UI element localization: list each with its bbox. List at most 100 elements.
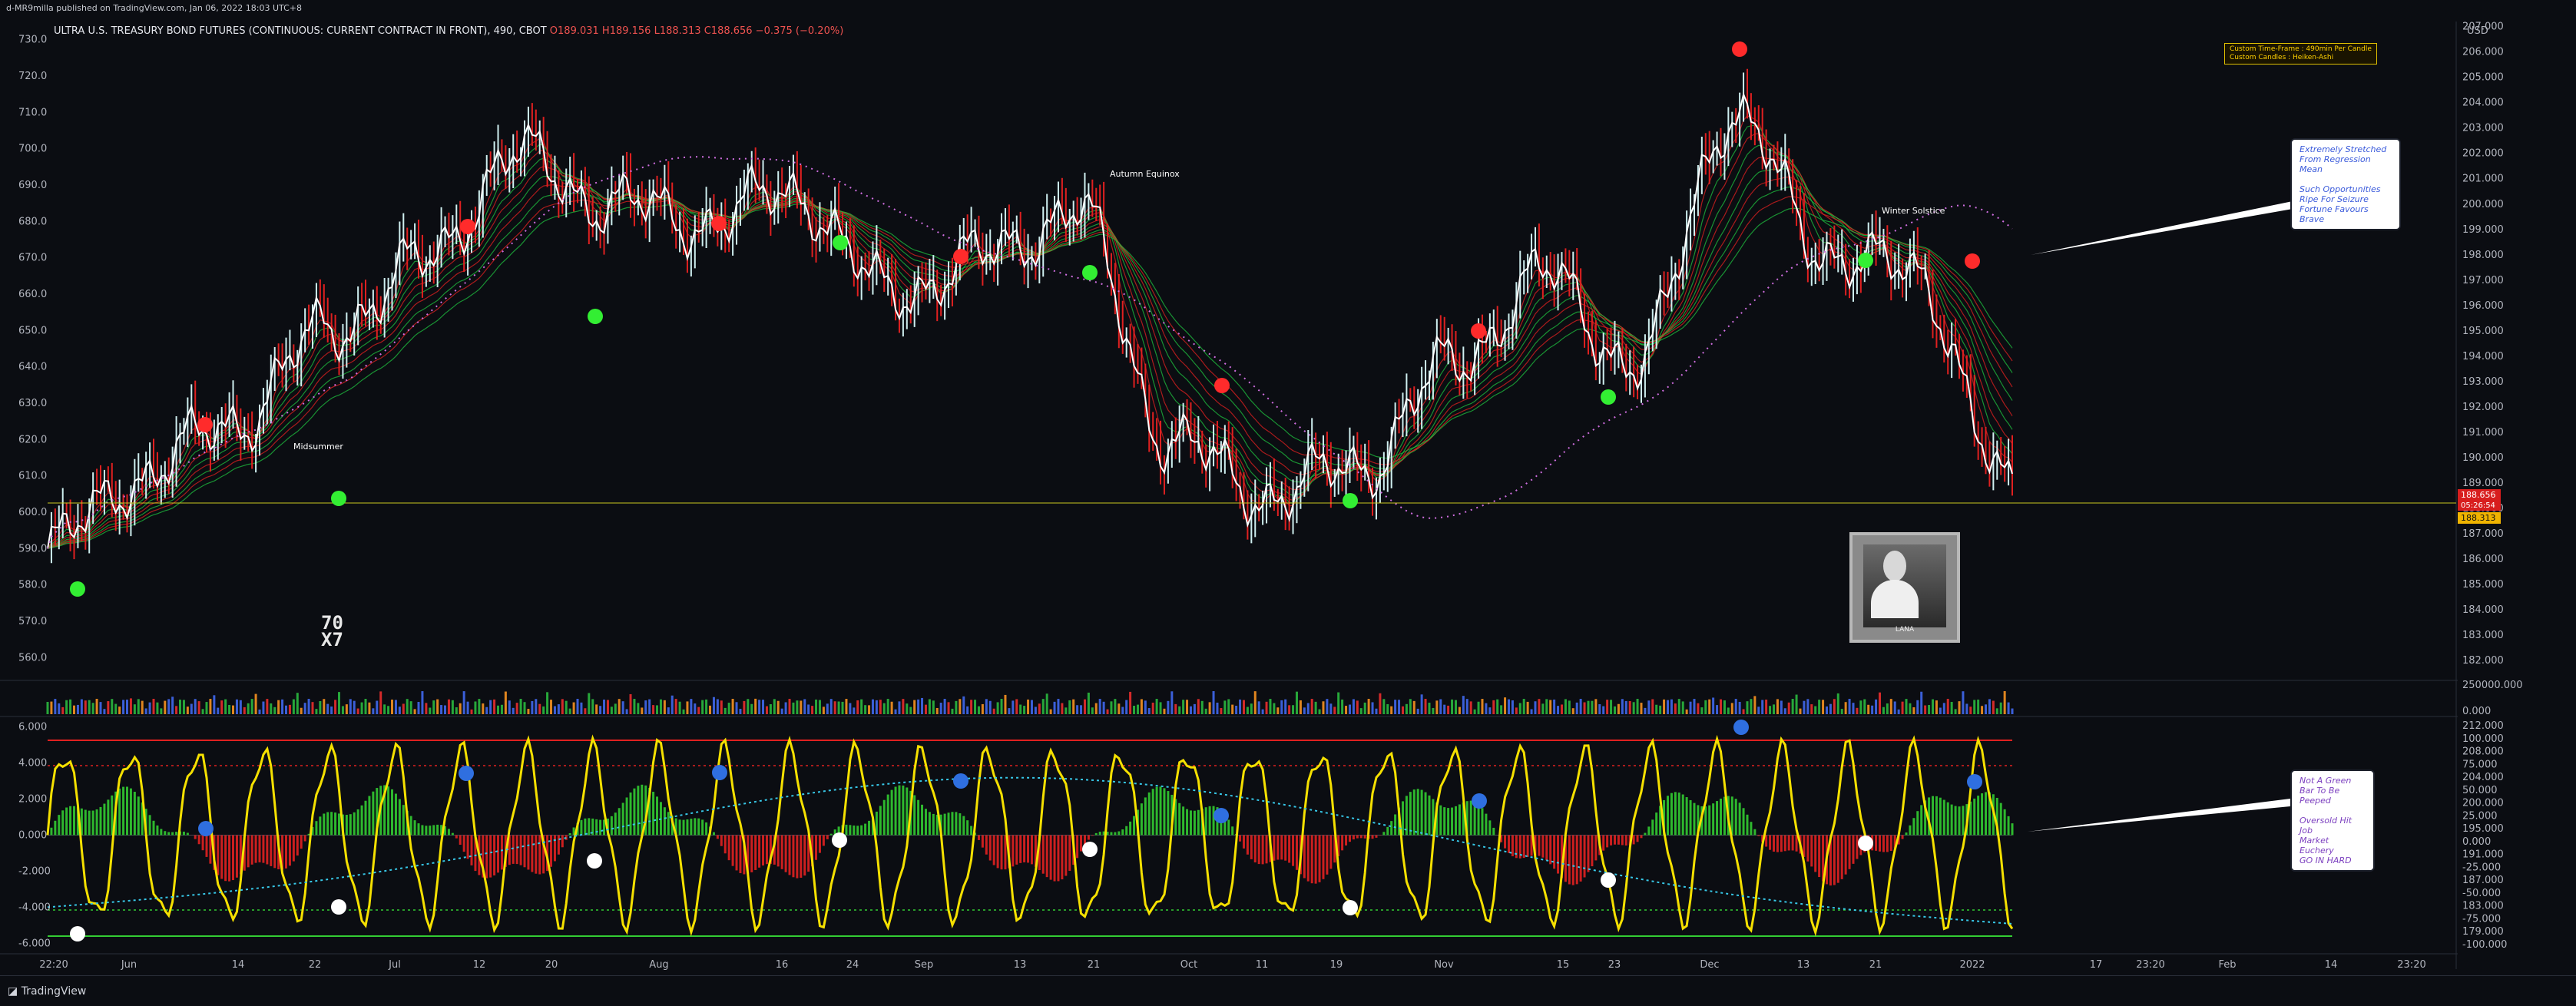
volume-bar [823, 707, 825, 714]
note-line: Fortune Favours [2300, 204, 2392, 214]
volume-bar [277, 700, 280, 714]
volume-bar [2004, 691, 2006, 714]
volume-bar [717, 699, 719, 714]
histogram-bar [1390, 821, 1392, 835]
volume-bar [1485, 703, 1487, 714]
volume-bar [944, 699, 946, 714]
osc-axis-tick: 2.000 [18, 794, 47, 806]
volume-bar [796, 700, 798, 714]
volume-bar [1280, 700, 1283, 714]
volume-bar [1920, 692, 1922, 714]
histogram-bar [137, 796, 140, 835]
symbol-title[interactable]: ULTRA U.S. TREASURY BOND FUTURES (CONTIN… [54, 25, 843, 37]
histogram-bar [622, 802, 624, 835]
histogram-bar [1780, 836, 1783, 852]
volume-bar [1708, 700, 1710, 714]
osc-right-axis-tick: 179.000 [2462, 926, 2504, 938]
histogram-bar [1280, 836, 1283, 860]
histogram-bar [925, 809, 927, 835]
volume-bar [118, 707, 121, 714]
ohlc-values: O189.031 H189.156 L188.313 C188.656 −0.3… [550, 25, 843, 37]
symbol-name: ULTRA U.S. TREASURY BOND FUTURES (CONTIN… [54, 25, 547, 37]
volume-bar [149, 703, 151, 714]
volume-bar [334, 700, 336, 714]
volume-bar [1072, 700, 1074, 714]
volume-bar [694, 703, 696, 714]
volume-bar [842, 702, 844, 714]
volume-bar [1300, 700, 1302, 714]
volume-bar [1947, 699, 1949, 714]
histogram-bar [664, 807, 666, 835]
volume-bar [1818, 700, 1820, 714]
volume-bar [224, 700, 227, 714]
volume-bar [1129, 692, 1131, 714]
volume-bar [1462, 696, 1465, 714]
volume-bar [372, 708, 374, 714]
volume-bar [1580, 699, 1582, 714]
histogram-bar [1042, 836, 1045, 874]
price-axis-tick: 590.0 [18, 543, 47, 554]
volume-bar [720, 700, 723, 714]
volume-bar [1443, 705, 1445, 714]
histogram-bar [338, 813, 340, 835]
volume-bar [1955, 709, 1957, 714]
histogram-bar [728, 836, 730, 861]
volume-bar [1368, 699, 1370, 714]
volume-bar [1398, 700, 1400, 714]
histogram-bar [432, 825, 435, 835]
volume-bar [1326, 699, 1328, 714]
histogram-bar [1818, 836, 1820, 878]
volume-bar [978, 707, 980, 714]
histogram-bar [948, 812, 950, 835]
low-price-tag: 188.313 [2458, 512, 2501, 524]
histogram-bar [1023, 836, 1025, 862]
volume-bar [1863, 700, 1866, 714]
histogram-bar [1329, 836, 1332, 869]
chart-canvas[interactable]: MidsummerAutumn EquinoxWinter Solstice 7… [0, 0, 2576, 1005]
histogram-bar [1852, 836, 1854, 864]
histogram-bar [501, 836, 503, 870]
volume-bar [1606, 700, 1608, 714]
histogram-bar [758, 836, 760, 868]
volume-bar [1890, 699, 1892, 714]
price-axis-tick: 610.0 [18, 471, 47, 482]
volume-bar [614, 703, 617, 714]
volume-bar [190, 704, 193, 714]
volume-bar [1012, 700, 1014, 714]
volume-bar [58, 703, 60, 714]
volume-bar [1031, 700, 1033, 714]
volume-bar [1042, 699, 1045, 714]
osc-oversold-dot [1601, 872, 1616, 888]
volume-bar [1651, 699, 1654, 714]
histogram-bar [1322, 836, 1324, 879]
right-axis-tick: 200.000 [2462, 199, 2504, 210]
volume-bar [1773, 704, 1775, 714]
histogram-bar [1511, 836, 1514, 857]
volume-bar [342, 706, 344, 714]
histogram-bar [1144, 797, 1147, 835]
histogram-bar [1637, 836, 1639, 842]
time-axis-tick: 23:20 [2397, 959, 2425, 971]
volume-bar [925, 705, 927, 714]
volume-bar [1459, 707, 1461, 714]
histogram-bar [122, 787, 124, 836]
histogram-bar [1909, 826, 1911, 836]
tradingview-logo[interactable]: ◪ TradingView [8, 985, 86, 998]
histogram-bar [781, 836, 783, 869]
histogram-bar [1591, 836, 1593, 867]
histogram-bar [1682, 795, 1684, 836]
osc-overbought-dot [1214, 808, 1229, 823]
volume-bar [285, 706, 287, 714]
histogram-bar [2000, 803, 2002, 836]
volume-bar [1110, 701, 1112, 714]
portrait-image: LANA [1849, 532, 1960, 643]
histogram-bar [1985, 792, 1987, 835]
histogram-bar [1580, 836, 1582, 882]
volume-bar [1432, 708, 1434, 714]
volume-bar [436, 700, 439, 714]
custom-settings-box: Custom Time-Frame : 490min Per Candle Cu… [2224, 43, 2377, 65]
histogram-bar [921, 805, 923, 836]
histogram-bar [1015, 836, 1018, 865]
histogram-bar [1372, 836, 1374, 839]
volume-bar [1829, 704, 1832, 714]
